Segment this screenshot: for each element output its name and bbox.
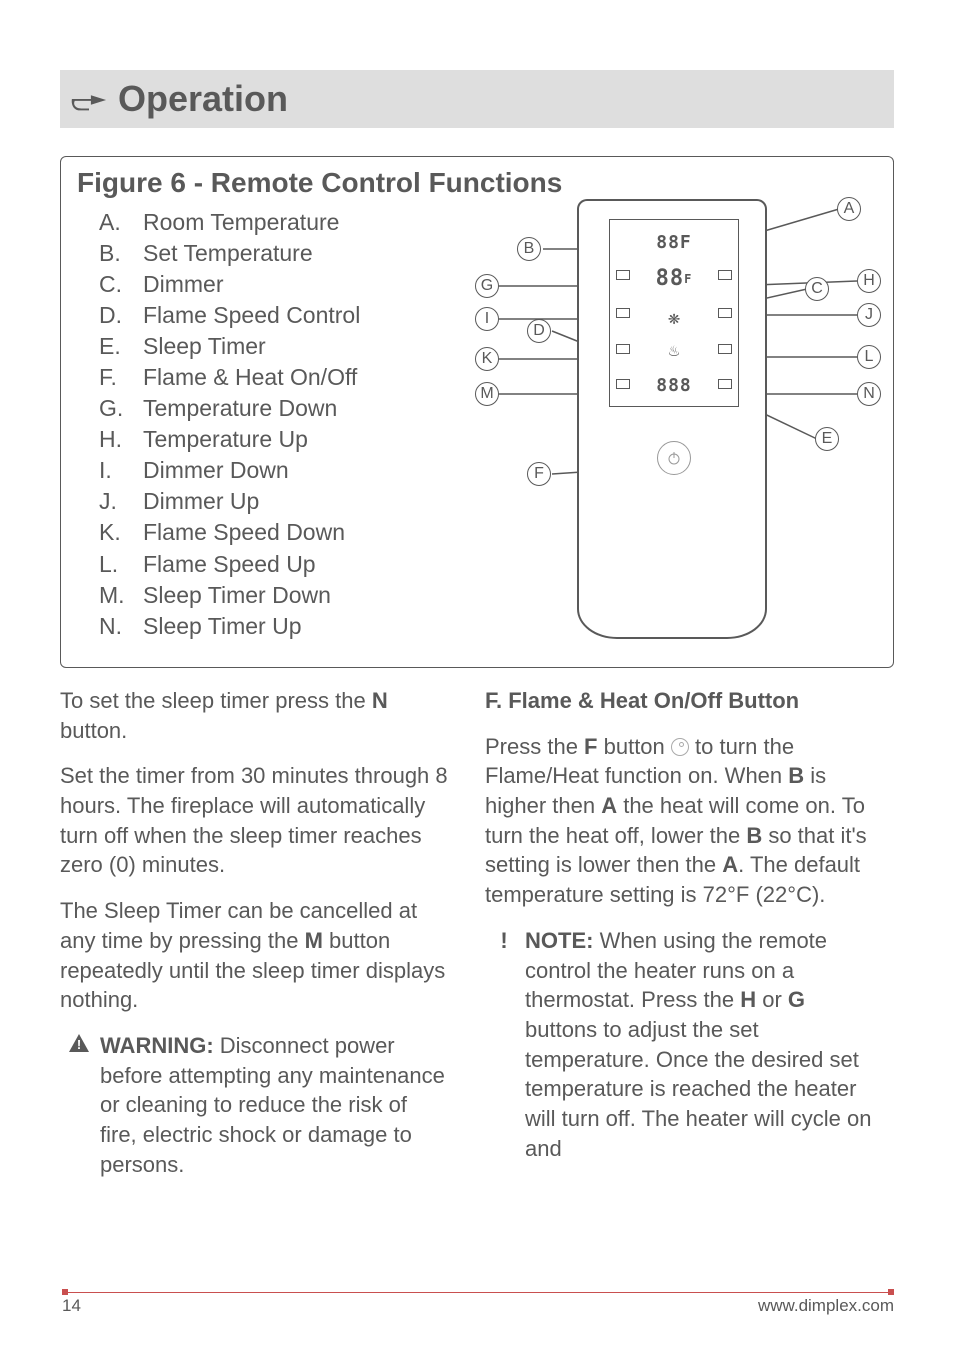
callout-b: B <box>517 237 541 261</box>
callout-d: D <box>527 319 551 343</box>
callout-l: L <box>857 345 881 369</box>
note-icon: ! <box>493 926 515 1164</box>
list-item: I.Dimmer Down <box>99 455 457 486</box>
paragraph: Set the timer from 30 minutes through 8 … <box>60 761 455 880</box>
callout-m: M <box>475 382 499 406</box>
section-title: Operation <box>118 78 288 120</box>
list-item: B.Set Temperature <box>99 238 457 269</box>
list-item: C.Dimmer <box>99 269 457 300</box>
body-columns: To set the sleep timer press the N butto… <box>60 686 894 1191</box>
list-item: M.Sleep Timer Down <box>99 580 457 611</box>
remote-body: ⁠88F 88F ❋ ♨ 888 <box>577 199 767 639</box>
remote-diagram: A B C D E F G H I J K L M N <box>457 207 877 647</box>
page-number: 14 <box>62 1296 81 1316</box>
callout-c: C <box>805 277 829 301</box>
list-item: D.Flame Speed Control <box>99 300 457 331</box>
note-block: ! NOTE: When using the remote control th… <box>485 926 880 1164</box>
paragraph: To set the sleep timer press the N butto… <box>60 686 455 745</box>
power-button-icon <box>657 441 691 475</box>
callout-a: A <box>837 197 861 221</box>
footer-url: www.dimplex.com <box>758 1296 894 1316</box>
callout-e: E <box>815 427 839 451</box>
paragraph: Press the F button to turn the Flame/Hea… <box>485 732 880 910</box>
list-item: K.Flame Speed Down <box>99 517 457 548</box>
figure-title: Figure 6 - Remote Control Functions <box>77 167 877 199</box>
figure-legend-list: A.Room Temperature B.Set Temperature C.D… <box>77 207 457 647</box>
warning-icon: ! <box>68 1031 90 1179</box>
list-item: A.Room Temperature <box>99 207 457 238</box>
callout-j: J <box>857 303 881 327</box>
callout-i: I <box>475 307 499 331</box>
callout-f: F <box>527 462 551 486</box>
callout-k: K <box>475 347 499 371</box>
list-item: F.Flame & Heat On/Off <box>99 362 457 393</box>
list-item: E.Sleep Timer <box>99 331 457 362</box>
paragraph: The Sleep Timer can be cancelled at any … <box>60 896 455 1015</box>
remote-screen: ⁠88F 88F ❋ ♨ 888 <box>609 219 739 407</box>
pointing-hand-icon <box>70 85 108 113</box>
page-footer: 14 www.dimplex.com <box>62 1292 894 1316</box>
section-header: Operation <box>60 70 894 128</box>
power-icon <box>671 738 689 756</box>
callout-g: G <box>475 274 499 298</box>
list-item: G.Temperature Down <box>99 393 457 424</box>
right-column: F. Flame & Heat On/Off Button Press the … <box>485 686 880 1191</box>
list-item: H.Temperature Up <box>99 424 457 455</box>
warning-block: ! WARNING: Disconnect power before attem… <box>60 1031 455 1179</box>
callout-n: N <box>857 382 881 406</box>
list-item: L.Flame Speed Up <box>99 549 457 580</box>
list-item: N.Sleep Timer Up <box>99 611 457 642</box>
svg-text:!: ! <box>77 1037 81 1052</box>
callout-h: H <box>857 269 881 293</box>
subsection-heading: F. Flame & Heat On/Off Button <box>485 686 880 716</box>
figure-6-box: Figure 6 - Remote Control Functions A.Ro… <box>60 156 894 668</box>
list-item: J.Dimmer Up <box>99 486 457 517</box>
left-column: To set the sleep timer press the N butto… <box>60 686 455 1191</box>
